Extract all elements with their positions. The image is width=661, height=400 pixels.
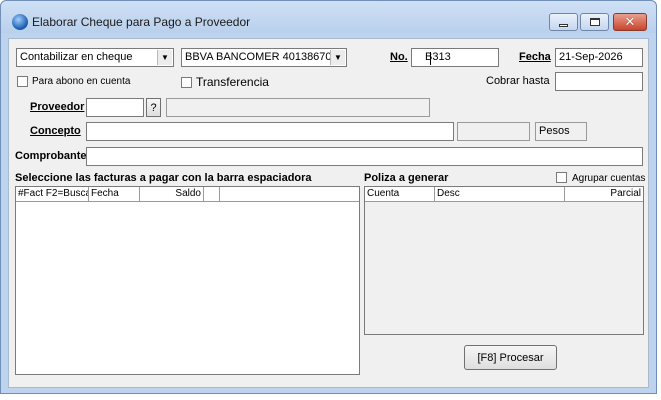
title-bar[interactable]: Elaborar Cheque para Pago a Proveedor ✕ — [1, 1, 656, 33]
procesar-button[interactable]: [F8] Procesar — [464, 345, 557, 370]
column-header[interactable]: Parcial — [565, 187, 643, 202]
moneda-value: Pesos — [539, 125, 570, 137]
chevron-down-icon[interactable]: ▼ — [330, 50, 345, 65]
fecha-label: Fecha — [519, 51, 551, 63]
abono-label: Para abono en cuenta — [32, 76, 131, 87]
close-icon: ✕ — [624, 14, 636, 30]
concepto-label: Concepto — [30, 125, 81, 137]
fecha-value: 21-Sep-2026 — [559, 51, 623, 63]
poliza-table[interactable]: Cuenta Desc Parcial — [364, 186, 644, 335]
proveedor-name-field — [166, 98, 430, 117]
moneda-field: Pesos — [535, 122, 587, 141]
no-field[interactable]: B313 — [411, 48, 499, 67]
column-header[interactable]: Fecha — [89, 187, 140, 202]
facturas-table[interactable]: #Fact F2=Busca Fecha Saldo — [15, 186, 360, 375]
facturas-heading: Seleccione las facturas a pagar con la b… — [15, 172, 312, 184]
maximize-button[interactable] — [580, 13, 609, 31]
text-cursor — [430, 52, 431, 65]
form-area: Contabilizar en cheque ▼ BBVA BANCOMER 4… — [8, 38, 649, 388]
abono-checkbox[interactable] — [17, 76, 28, 87]
no-value: B313 — [425, 51, 451, 63]
column-header[interactable]: Desc — [435, 187, 565, 202]
procesar-label: [F8] Procesar — [477, 351, 544, 364]
tipo-select[interactable]: Contabilizar en cheque ▼ — [16, 48, 174, 67]
importe-field — [457, 122, 530, 141]
banco-select[interactable]: BBVA BANCOMER 401386708 ▼ — [181, 48, 347, 67]
no-label: No. — [390, 51, 408, 63]
comprobantes-label: Comprobantes — [15, 150, 93, 162]
question-icon: ? — [150, 101, 157, 114]
app-icon — [12, 14, 28, 30]
column-header[interactable]: Cuenta — [365, 187, 435, 202]
minimize-button[interactable] — [549, 13, 578, 31]
chevron-down-icon[interactable]: ▼ — [157, 50, 172, 65]
concepto-field[interactable] — [86, 122, 454, 141]
column-header[interactable]: Saldo — [140, 187, 204, 202]
transferencia-checkbox[interactable] — [181, 77, 192, 88]
poliza-table-header: Cuenta Desc Parcial — [365, 187, 643, 202]
main-window: Elaborar Cheque para Pago a Proveedor ✕ … — [0, 0, 657, 394]
proveedor-label: Proveedor — [30, 101, 85, 113]
column-header[interactable]: #Fact F2=Busca — [16, 187, 89, 202]
proveedor-field[interactable] — [86, 98, 144, 117]
transferencia-label: Transferencia — [196, 75, 269, 89]
facturas-table-header: #Fact F2=Busca Fecha Saldo — [16, 187, 359, 202]
agrupar-checkbox[interactable] — [556, 172, 567, 183]
poliza-heading: Poliza a generar — [364, 172, 449, 184]
cobrar-hasta-field[interactable] — [555, 72, 643, 91]
window-title: Elaborar Cheque para Pago a Proveedor — [32, 15, 251, 29]
tipo-select-value: Contabilizar en cheque — [20, 51, 133, 63]
comprobantes-field[interactable] — [86, 147, 643, 166]
banco-select-value: BBVA BANCOMER 401386708 — [185, 51, 338, 63]
column-header[interactable] — [204, 187, 220, 202]
maximize-icon — [589, 18, 600, 26]
minimize-icon — [559, 23, 568, 27]
cobrar-hasta-label: Cobrar hasta — [486, 75, 550, 87]
fecha-field[interactable]: 21-Sep-2026 — [555, 48, 643, 67]
close-button[interactable]: ✕ — [613, 13, 647, 31]
agrupar-label: Agrupar cuentas — [572, 173, 646, 184]
proveedor-lookup-button[interactable]: ? — [146, 98, 161, 117]
